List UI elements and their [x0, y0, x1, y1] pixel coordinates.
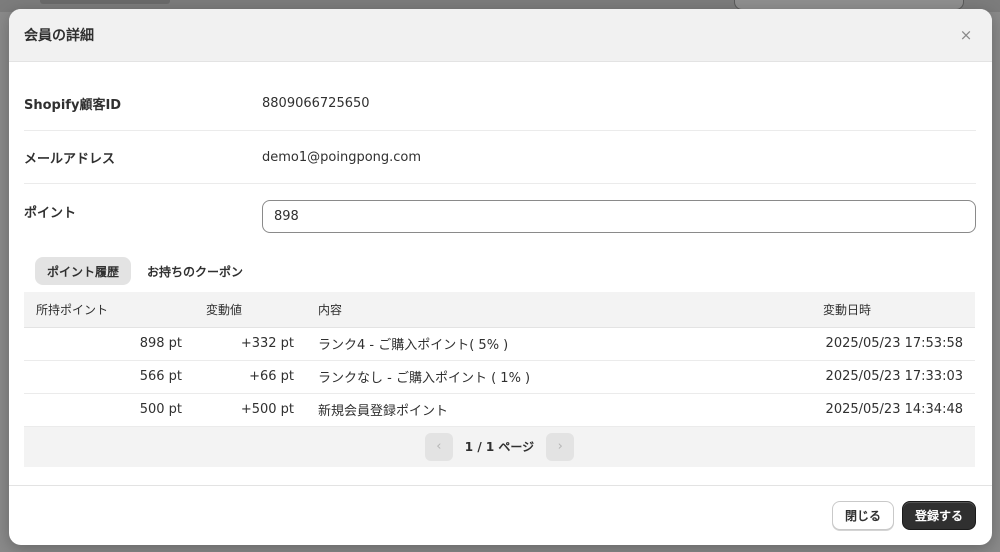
cell-change: +66 pt — [194, 360, 306, 394]
points-row: ポイント — [24, 184, 976, 252]
cell-date: 2025/05/23 17:53:58 — [811, 327, 975, 361]
cell-change: +500 pt — [194, 393, 306, 427]
close-button[interactable]: 閉じる — [831, 501, 894, 530]
cell-date: 2025/05/23 17:33:03 — [811, 360, 975, 394]
table-header-row: 所持ポイント 変動値 内容 変動日時 — [24, 292, 975, 328]
column-header-detail: 内容 — [306, 292, 811, 328]
history-table-wrap: 所持ポイント 変動値 内容 変動日時 898 pt +332 pt ランク4 -… — [24, 292, 976, 467]
point-history-table: 所持ポイント 変動値 内容 変動日時 898 pt +332 pt ランク4 -… — [24, 292, 975, 427]
email-row: メールアドレス demo1@poingpong.com — [24, 131, 976, 184]
customer-id-row: Shopify顧客ID 8809066725650 — [24, 62, 976, 131]
cell-detail: ランクなし - ご購入ポイント ( 1% ) — [306, 360, 811, 394]
cell-date: 2025/05/23 14:34:48 — [811, 393, 975, 427]
column-header-date: 変動日時 — [811, 292, 975, 328]
tab-coupons[interactable]: お持ちのクーポン — [135, 257, 255, 285]
tab-point-history[interactable]: ポイント履歴 — [35, 257, 132, 285]
modal-body: Shopify顧客ID 8809066725650 メールアドレス demo1@… — [9, 62, 992, 467]
customer-id-label: Shopify顧客ID — [24, 97, 122, 113]
table-row: 500 pt +500 pt 新規会員登録ポイント 2025/05/23 14:… — [24, 393, 975, 427]
modal-header: 会員の詳細 × — [9, 9, 992, 62]
column-header-change: 変動値 — [194, 292, 306, 328]
chevron-right-icon[interactable]: › — [546, 432, 575, 461]
customer-id-value: 8809066725650 — [262, 95, 370, 111]
submit-button[interactable]: 登録する — [901, 501, 976, 530]
cell-held: 566 pt — [24, 360, 194, 394]
cell-held: 898 pt — [24, 327, 194, 361]
column-header-held: 所持ポイント — [24, 292, 194, 328]
email-label: メールアドレス — [24, 151, 116, 167]
modal-title: 会員の詳細 — [24, 28, 94, 44]
member-detail-modal: 会員の詳細 × Shopify顧客ID 8809066725650 メールアドレ… — [9, 9, 992, 545]
points-label: ポイント — [24, 206, 77, 221]
cell-detail: ランク4 - ご購入ポイント( 5% ) — [306, 327, 811, 361]
points-input[interactable] — [262, 200, 976, 233]
backdrop-text — [40, 0, 170, 4]
cell-held: 500 pt — [24, 393, 194, 427]
history-tabs: ポイント履歴 お持ちのクーポン — [35, 257, 976, 285]
table-row: 566 pt +66 pt ランクなし - ご購入ポイント ( 1% ) 202… — [24, 360, 975, 394]
modal-footer: 閉じる 登録する — [9, 485, 992, 545]
pagination: ‹ 1 / 1 ページ › — [24, 426, 975, 467]
cell-detail: 新規会員登録ポイント — [306, 393, 811, 427]
cell-change: +332 pt — [194, 327, 306, 361]
table-row: 898 pt +332 pt ランク4 - ご購入ポイント( 5% ) 2025… — [24, 327, 975, 361]
email-value: demo1@poingpong.com — [262, 149, 422, 165]
close-icon[interactable]: × — [956, 25, 976, 45]
page-indicator: 1 / 1 ページ — [464, 440, 535, 454]
chevron-left-icon[interactable]: ‹ — [424, 432, 453, 461]
